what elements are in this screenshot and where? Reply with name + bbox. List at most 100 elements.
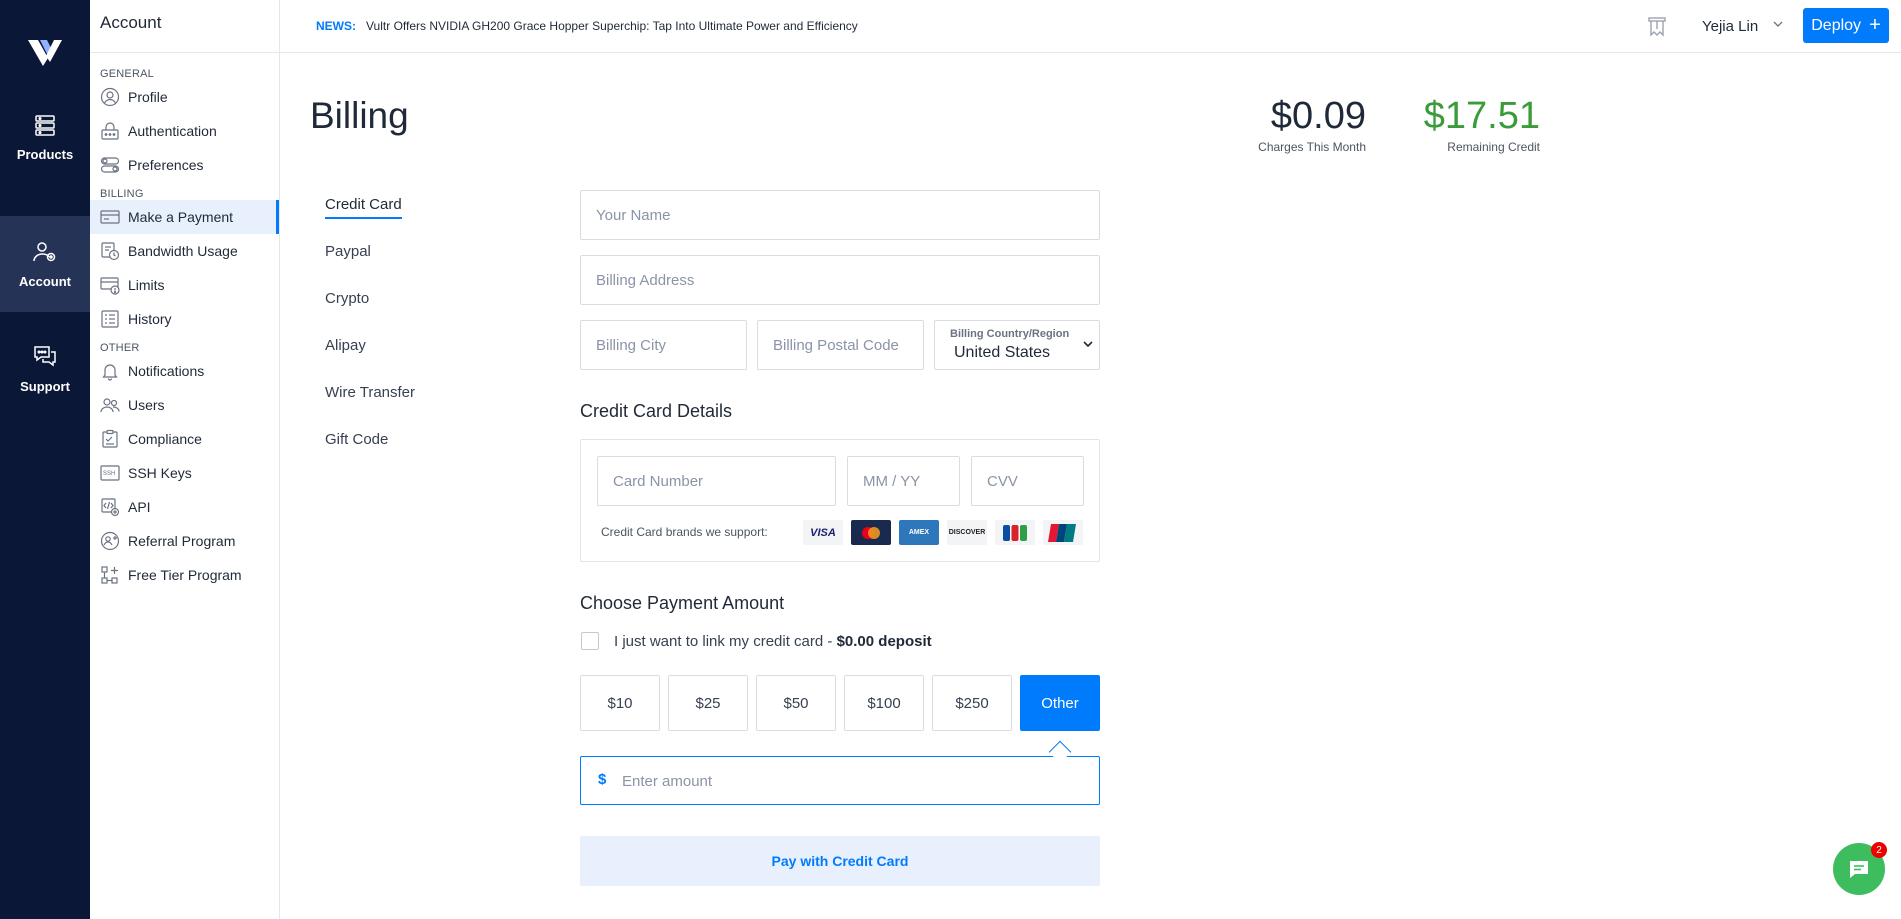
sidebar-item-limits[interactable]: Limits (90, 268, 279, 302)
postal-placeholder: Billing Postal Code (773, 336, 899, 354)
sidebar-title: Account (90, 0, 279, 53)
sidebar-item-ssh-keys[interactable]: SSH SSH Keys (90, 456, 279, 490)
sidebar-item-label: Profile (128, 89, 168, 105)
pay-with-credit-card-button[interactable]: Pay with Credit Card (580, 836, 1100, 886)
sidebar-item-label: Users (128, 397, 165, 413)
sidebar-item-label: Make a Payment (128, 209, 234, 225)
rail-item-products[interactable]: Products (0, 89, 90, 185)
users-icon (100, 395, 120, 415)
svg-text:SSH: SSH (103, 471, 115, 477)
sidebar-item-label: Referral Program (128, 533, 236, 549)
chevron-down-icon[interactable] (1773, 20, 1783, 28)
sidebar-item-label: Compliance (128, 431, 202, 447)
tab-paypal[interactable]: Paypal (325, 237, 475, 284)
bandwidth-icon (100, 241, 120, 261)
sidebar-item-bandwidth-usage[interactable]: Bandwidth Usage (90, 234, 279, 268)
name-field[interactable]: Your Name (580, 190, 1100, 240)
brand-text: AMEX (908, 529, 930, 536)
remaining-credit: $17.51 Remaining Credit (1420, 95, 1540, 154)
sidebar-item-make-a-payment[interactable]: Make a Payment (90, 200, 279, 234)
sidebar-item-preferences[interactable]: Preferences (90, 148, 279, 182)
sidebar-item-label: API (128, 499, 151, 515)
sidebar-item-profile[interactable]: Profile (90, 80, 279, 114)
payment-method-tabs: Credit Card Paypal Crypto Alipay Wire Tr… (325, 190, 475, 472)
tab-label: Paypal (325, 243, 371, 260)
link-card-only-label[interactable]: I just want to link my credit card - $0.… (614, 633, 932, 650)
amount-option-25[interactable]: $25 (668, 675, 748, 731)
sidebar-item-label: Free Tier Program (128, 567, 242, 583)
address-placeholder: Billing Address (596, 271, 695, 289)
cvv-field[interactable]: CVV (971, 456, 1084, 506)
card-number-placeholder: Card Number (613, 472, 704, 490)
rail-label-products: Products (16, 146, 74, 162)
amount-option-100[interactable]: $100 (844, 675, 924, 731)
sidebar-section-other: OTHER (100, 342, 140, 354)
sidebar-section-billing: BILLING (100, 188, 144, 200)
main-nav-rail: Products Account Support (0, 0, 90, 919)
link-card-deposit: $0.00 deposit (836, 633, 932, 650)
sidebar-item-api[interactable]: API (90, 490, 279, 524)
payment-amount-heading: Choose Payment Amount (580, 593, 785, 613)
unionpay-icon (1043, 520, 1083, 545)
amount-option-other[interactable]: Other (1020, 675, 1100, 731)
deploy-button[interactable]: Deploy + (1803, 8, 1889, 43)
tab-wire-transfer[interactable]: Wire Transfer (325, 378, 475, 425)
tab-gift-code[interactable]: Gift Code (325, 425, 475, 472)
sidebar-item-compliance[interactable]: Compliance (90, 422, 279, 456)
amount-option-250[interactable]: $250 (932, 675, 1012, 731)
expiry-field[interactable]: MM / YY (847, 456, 960, 506)
vultr-logo[interactable] (28, 36, 64, 68)
sidebar-item-referral-program[interactable]: Referral Program (90, 524, 279, 558)
sidebar-item-free-tier-program[interactable]: Free Tier Program (90, 558, 279, 592)
link-card-only-checkbox[interactable] (581, 632, 599, 650)
billing-postal-code-field[interactable]: Billing Postal Code (757, 320, 924, 370)
unionpay-bars (1048, 523, 1076, 542)
tab-crypto[interactable]: Crypto (325, 284, 475, 331)
plus-icon: + (1869, 14, 1881, 36)
rail-item-support[interactable]: Support (0, 320, 90, 416)
card-payment-icon (100, 207, 120, 227)
sidebar-section-general: GENERAL (100, 68, 154, 80)
jcb-bars (1003, 524, 1027, 541)
sidebar-item-history[interactable]: History (90, 302, 279, 336)
sidebar-item-label: Bandwidth Usage (128, 243, 238, 259)
deploy-label: Deploy (1811, 16, 1862, 34)
user-menu[interactable]: Yejia Lin (1702, 18, 1758, 35)
user-gear-icon (33, 241, 56, 261)
tab-alipay[interactable]: Alipay (325, 331, 475, 378)
tab-label: Gift Code (325, 431, 389, 448)
page-title: Billing (310, 95, 409, 136)
billing-city-field[interactable]: Billing City (580, 320, 747, 370)
news-link[interactable]: Vultr Offers NVIDIA GH200 Grace Hopper S… (366, 19, 858, 33)
rail-item-account[interactable]: Account (0, 216, 90, 312)
sidebar-item-label: History (128, 311, 172, 327)
amex-icon: AMEX (899, 520, 939, 545)
amount-option-10[interactable]: $10 (580, 675, 660, 731)
profile-icon (100, 87, 120, 107)
sidebar-item-notifications[interactable]: Notifications (90, 354, 279, 388)
amount-option-50[interactable]: $50 (756, 675, 836, 731)
rail-label-account: Account (19, 273, 71, 289)
expiry-placeholder: MM / YY (863, 472, 921, 490)
country-caption: Billing Country/Region (950, 328, 1070, 340)
discover-icon: DISCOVER (947, 520, 987, 545)
credit-value: $17.51 (1423, 95, 1540, 137)
sidebar-item-users[interactable]: Users (90, 388, 279, 422)
toggles-icon (100, 155, 120, 175)
chat-bubbles-icon (34, 345, 56, 366)
ssh-key-icon: SSH (100, 463, 120, 483)
tab-label: Credit Card (325, 196, 402, 219)
news-label: NEWS: (316, 19, 356, 33)
chevron-down-icon (1083, 341, 1093, 348)
gift-bookmark-icon[interactable] (1647, 15, 1667, 37)
sidebar-item-authentication[interactable]: Authentication (90, 114, 279, 148)
billing-country-select[interactable]: Billing Country/Region United States (934, 320, 1100, 370)
card-number-field[interactable]: Card Number (597, 456, 836, 506)
chat-widget-button[interactable]: 2 (1833, 842, 1887, 895)
tab-credit-card[interactable]: Credit Card (325, 190, 475, 237)
mastercard-circles (862, 526, 880, 539)
history-list-icon (100, 309, 120, 329)
custom-amount-field[interactable]: $ Enter amount (580, 756, 1100, 805)
sidebar-item-label: SSH Keys (128, 465, 192, 481)
billing-address-field[interactable]: Billing Address (580, 255, 1100, 305)
